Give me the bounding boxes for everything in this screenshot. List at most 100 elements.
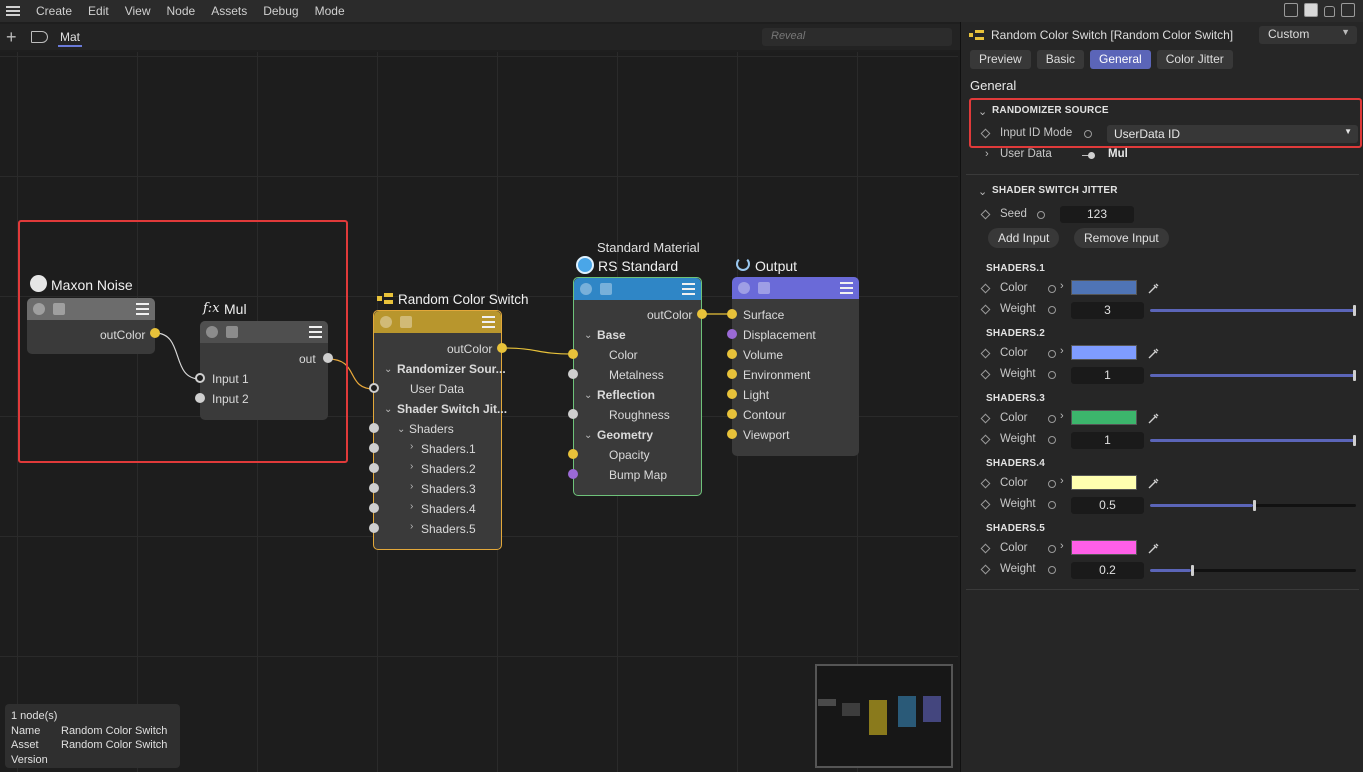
shaders-5-header[interactable]: SHADERS.5 bbox=[986, 523, 1045, 534]
port-toggle-icon[interactable] bbox=[1048, 306, 1056, 314]
weight-slider[interactable] bbox=[1150, 435, 1356, 446]
shaders-3-header[interactable]: SHADERS.3 bbox=[986, 393, 1045, 404]
menu-mode[interactable]: Mode bbox=[307, 4, 353, 18]
tab-basic[interactable]: Basic bbox=[1036, 50, 1085, 69]
weight-input[interactable]: 0.2 bbox=[1071, 562, 1144, 579]
shaders-1-header[interactable]: SHADERS.1 bbox=[986, 263, 1045, 274]
minimap[interactable] bbox=[815, 664, 953, 768]
preset-dropdown[interactable]: Custom ▼ bbox=[1259, 26, 1357, 44]
port-toggle-icon[interactable] bbox=[1048, 371, 1056, 379]
port-dot-roughness[interactable] bbox=[568, 409, 578, 419]
node-menu-icon[interactable] bbox=[482, 316, 495, 328]
keyframe-icon[interactable] bbox=[980, 209, 991, 220]
keyframe-icon[interactable] bbox=[980, 499, 991, 510]
menu-assets[interactable]: Assets bbox=[203, 4, 255, 18]
user-data-value[interactable]: Mul bbox=[1108, 148, 1128, 160]
remove-input-button[interactable]: Remove Input bbox=[1074, 228, 1169, 248]
port-dot-shaders-3[interactable] bbox=[369, 483, 379, 493]
menu-create[interactable]: Create bbox=[28, 4, 80, 18]
port-dot-displacement[interactable] bbox=[727, 329, 737, 339]
chevron-down-icon[interactable]: ⌄ bbox=[978, 185, 987, 198]
port-toggle-icon[interactable] bbox=[1048, 566, 1056, 574]
layout-right-icon[interactable] bbox=[1304, 3, 1318, 17]
port-toggle-icon[interactable] bbox=[1048, 545, 1056, 553]
layout-left-icon[interactable] bbox=[1284, 3, 1298, 17]
weight-input[interactable]: 3 bbox=[1071, 302, 1144, 319]
port-dot-metalness[interactable] bbox=[568, 369, 578, 379]
chevron-right-icon[interactable]: › bbox=[985, 148, 989, 160]
hamburger-menu-icon[interactable] bbox=[6, 6, 20, 16]
weight-slider[interactable] bbox=[1150, 370, 1356, 381]
keyframe-icon[interactable] bbox=[980, 564, 991, 575]
chevron-right-icon[interactable]: › bbox=[1060, 475, 1064, 487]
lock-icon[interactable] bbox=[1324, 6, 1335, 17]
weight-input[interactable]: 1 bbox=[1071, 367, 1144, 384]
port-dot-contour[interactable] bbox=[727, 409, 737, 419]
port-toggle-icon[interactable] bbox=[1048, 415, 1056, 423]
weight-input[interactable]: 0.5 bbox=[1071, 497, 1144, 514]
shaders-2-header[interactable]: SHADERS.2 bbox=[986, 328, 1045, 339]
port-dot-viewport[interactable] bbox=[727, 429, 737, 439]
node-menu-icon[interactable] bbox=[840, 282, 853, 294]
chevron-right-icon[interactable]: › bbox=[410, 481, 413, 492]
port-toggle-icon[interactable] bbox=[1037, 211, 1045, 219]
chevron-down-icon[interactable]: ⌄ bbox=[384, 364, 392, 375]
chevron-right-icon[interactable]: › bbox=[1060, 410, 1064, 422]
port-toggle-icon[interactable] bbox=[1048, 350, 1056, 358]
port-dot-shaders[interactable] bbox=[369, 423, 379, 433]
port-dot-surface[interactable] bbox=[727, 309, 737, 319]
menu-edit[interactable]: Edit bbox=[80, 4, 117, 18]
port-dot-shaders-2[interactable] bbox=[369, 463, 379, 473]
port-toggle-icon[interactable] bbox=[1048, 285, 1056, 293]
chevron-right-icon[interactable]: › bbox=[1060, 345, 1064, 357]
keyframe-icon[interactable] bbox=[980, 283, 991, 294]
reveal-search-input[interactable]: Reveal bbox=[762, 28, 952, 46]
seed-input[interactable]: 123 bbox=[1060, 206, 1134, 223]
port-dot-shaders-5[interactable] bbox=[369, 523, 379, 533]
tag-icon[interactable] bbox=[31, 31, 48, 43]
weight-slider-handle[interactable] bbox=[1353, 305, 1356, 316]
tab-preview[interactable]: Preview bbox=[970, 50, 1031, 69]
add-icon[interactable]: + bbox=[6, 28, 17, 46]
weight-slider[interactable] bbox=[1150, 500, 1356, 511]
color-swatch[interactable] bbox=[1071, 345, 1137, 360]
keyframe-icon[interactable] bbox=[980, 369, 991, 380]
weight-input[interactable]: 1 bbox=[1071, 432, 1144, 449]
port-dot-shaders-4[interactable] bbox=[369, 503, 379, 513]
keyframe-icon[interactable] bbox=[980, 478, 991, 489]
port-dot-user-data[interactable] bbox=[369, 383, 379, 393]
add-input-button[interactable]: Add Input bbox=[988, 228, 1060, 248]
weight-slider[interactable] bbox=[1150, 565, 1356, 576]
port-toggle-icon[interactable] bbox=[1048, 436, 1056, 444]
chevron-right-icon[interactable]: › bbox=[410, 521, 413, 532]
keyframe-icon[interactable] bbox=[980, 413, 991, 424]
node-canvas[interactable]: Maxon Noise outColor f:x Mul out Input 1… bbox=[0, 52, 958, 772]
chevron-down-icon[interactable]: ⌄ bbox=[584, 430, 592, 441]
port-toggle-icon[interactable] bbox=[1048, 480, 1056, 488]
shader-switch-jitter-header[interactable]: SHADER SWITCH JITTER bbox=[992, 185, 1118, 196]
layout-split-icon[interactable] bbox=[1341, 3, 1355, 17]
chevron-down-icon[interactable]: ⌄ bbox=[584, 330, 592, 341]
eyedropper-icon[interactable] bbox=[1148, 282, 1160, 294]
weight-slider[interactable] bbox=[1150, 305, 1356, 316]
node-menu-icon[interactable] bbox=[682, 283, 695, 295]
shaders-4-header[interactable]: SHADERS.4 bbox=[986, 458, 1045, 469]
chevron-right-icon[interactable]: › bbox=[1060, 540, 1064, 552]
keyframe-icon[interactable] bbox=[980, 348, 991, 359]
port-dot-outcolor[interactable] bbox=[497, 343, 507, 353]
eyedropper-icon[interactable] bbox=[1148, 347, 1160, 359]
tab-mat[interactable]: Mat bbox=[58, 30, 83, 47]
chevron-right-icon[interactable]: › bbox=[410, 441, 413, 452]
weight-slider-handle[interactable] bbox=[1253, 500, 1256, 511]
port-dot-light[interactable] bbox=[727, 389, 737, 399]
chevron-down-icon[interactable]: ⌄ bbox=[397, 424, 405, 435]
color-swatch[interactable] bbox=[1071, 475, 1137, 490]
keyframe-icon[interactable] bbox=[980, 543, 991, 554]
eyedropper-icon[interactable] bbox=[1148, 412, 1160, 424]
chevron-down-icon[interactable]: ⌄ bbox=[584, 390, 592, 401]
tab-color-jitter[interactable]: Color Jitter bbox=[1156, 50, 1233, 69]
port-dot-color[interactable] bbox=[568, 349, 578, 359]
port-dot-outcolor[interactable] bbox=[697, 309, 707, 319]
port-dot-opacity[interactable] bbox=[568, 449, 578, 459]
color-swatch[interactable] bbox=[1071, 410, 1137, 425]
